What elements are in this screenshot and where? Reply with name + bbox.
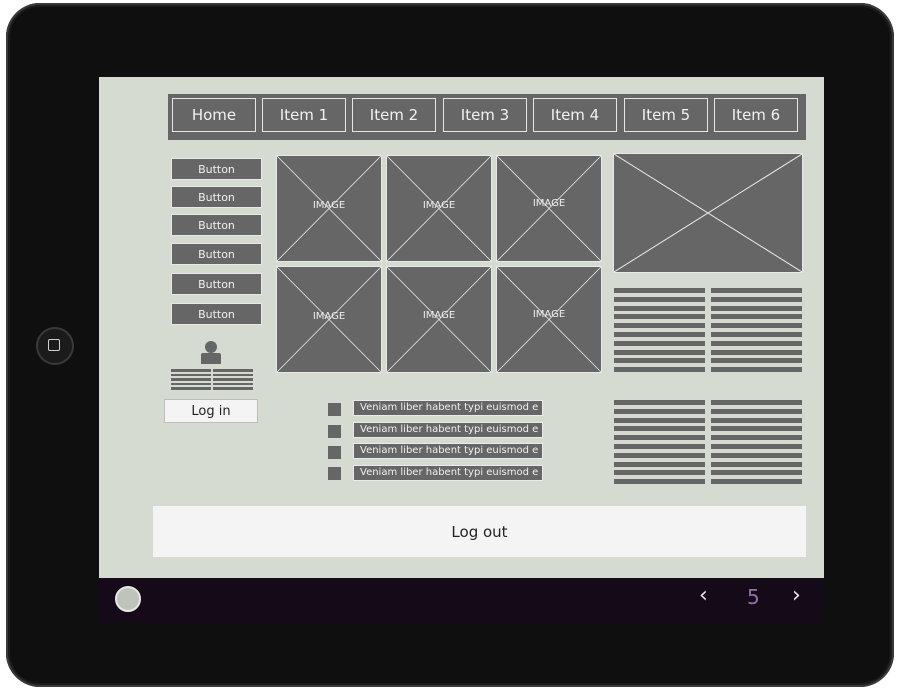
- list-checkbox[interactable]: [328, 446, 341, 459]
- page-number: 5: [747, 585, 760, 609]
- nav-item-home[interactable]: Home: [172, 98, 256, 132]
- user-info-lines: [171, 369, 211, 395]
- list-item[interactable]: Veniam liber habent typi euismod e: [353, 443, 543, 459]
- image-label: IMAGE: [532, 198, 566, 209]
- image-label: IMAGE: [532, 309, 566, 320]
- nav-item-6[interactable]: Item 6: [714, 98, 798, 132]
- image-placeholder: IMAGE: [276, 155, 382, 262]
- user-avatar-body: [201, 353, 221, 364]
- sidebar-button-1[interactable]: Button: [171, 158, 262, 180]
- nav-item-4[interactable]: Item 4: [533, 98, 617, 132]
- list-item[interactable]: Veniam liber habent typi euismod e: [353, 422, 543, 438]
- ipad-frame: Home Item 1 Item 2 Item 3 Item 4 Item 5 …: [6, 3, 894, 687]
- login-button[interactable]: Log in: [164, 399, 258, 423]
- image-placeholder: IMAGE: [386, 266, 492, 373]
- nav-item-5[interactable]: Item 5: [624, 98, 708, 132]
- prev-page-button[interactable]: ‹: [699, 583, 708, 608]
- sidebar-button-3[interactable]: Button: [171, 214, 262, 236]
- text-block: [614, 288, 705, 376]
- text-block: [711, 288, 802, 376]
- top-nav: Home Item 1 Item 2 Item 3 Item 4 Item 5 …: [168, 94, 806, 140]
- image-label: IMAGE: [312, 311, 346, 322]
- image-placeholder: IMAGE: [386, 155, 492, 262]
- list-checkbox[interactable]: [328, 467, 341, 480]
- nav-item-3[interactable]: Item 3: [443, 98, 527, 132]
- list-checkbox[interactable]: [328, 425, 341, 438]
- sidebar-button-5[interactable]: Button: [171, 273, 262, 295]
- bottom-bar: ‹ 5 ›: [99, 578, 824, 623]
- text-block: [614, 400, 705, 488]
- image-placeholder: IMAGE: [496, 266, 602, 373]
- user-avatar-icon: [205, 341, 217, 353]
- logout-button[interactable]: Log out: [153, 506, 806, 557]
- list-item[interactable]: Veniam liber habent typi euismod e: [353, 465, 543, 481]
- nav-item-1[interactable]: Item 1: [262, 98, 346, 132]
- nav-item-2[interactable]: Item 2: [352, 98, 436, 132]
- image-label: IMAGE: [422, 200, 456, 211]
- image-label: IMAGE: [312, 200, 346, 211]
- image-label: IMAGE: [422, 310, 456, 321]
- home-square-icon: [48, 339, 60, 351]
- circle-icon[interactable]: [115, 586, 141, 612]
- image-placeholder: IMAGE: [276, 266, 382, 373]
- sidebar-button-2[interactable]: Button: [171, 186, 262, 208]
- sidebar-button-4[interactable]: Button: [171, 243, 262, 265]
- sidebar-button-6[interactable]: Button: [171, 303, 262, 325]
- next-page-button[interactable]: ›: [792, 583, 801, 608]
- list-item[interactable]: Veniam liber habent typi euismod e: [353, 400, 543, 416]
- user-info-lines: [213, 369, 253, 395]
- screen: Home Item 1 Item 2 Item 3 Item 4 Item 5 …: [99, 77, 824, 623]
- home-button[interactable]: [36, 327, 74, 365]
- large-image-placeholder: [613, 153, 803, 273]
- list-checkbox[interactable]: [328, 403, 341, 416]
- text-block: [711, 400, 802, 488]
- image-placeholder: IMAGE: [496, 155, 602, 262]
